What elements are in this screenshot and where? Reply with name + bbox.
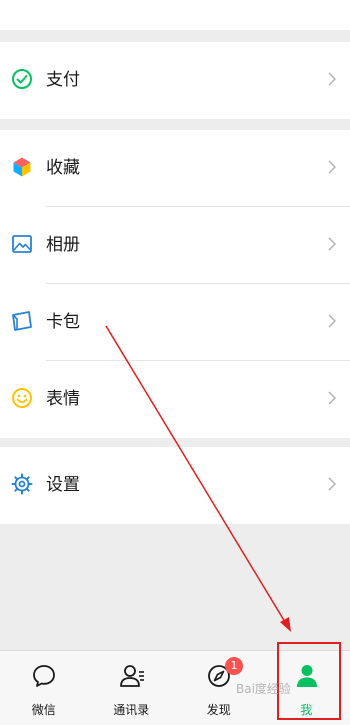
menu-item-favorites[interactable]: 收藏 — [0, 130, 350, 207]
menu-item-cards[interactable]: 卡包 — [0, 284, 350, 361]
menu-item-album[interactable]: 相册 — [0, 207, 350, 284]
menu-item-label: 卡包 — [46, 284, 80, 361]
menu-item-stickers[interactable]: 表情 — [0, 361, 350, 438]
chevron-right-icon — [328, 391, 336, 405]
favorites-icon — [11, 156, 33, 178]
menu-item-label: 表情 — [46, 361, 80, 438]
tab-label: 微信 — [0, 701, 88, 718]
chevron-right-icon — [328, 72, 336, 86]
tab-label: 通讯录 — [88, 701, 176, 718]
chevron-right-icon — [328, 477, 336, 491]
menu-item-label: 收藏 — [46, 130, 80, 207]
tab-contacts[interactable]: 通讯录 — [88, 651, 176, 725]
pay-section: 支付 — [0, 42, 350, 119]
watermark: Bai度经验 — [236, 680, 291, 697]
stickers-icon — [11, 387, 33, 409]
top-section-remnant — [0, 0, 350, 30]
menu-item-label: 相册 — [46, 207, 80, 284]
album-icon — [11, 233, 33, 255]
settings-icon — [11, 473, 33, 495]
contacts-icon — [117, 661, 147, 691]
chevron-right-icon — [328, 160, 336, 174]
tab-chats[interactable]: 微信 — [0, 651, 88, 725]
menu-item-pay[interactable]: 支付 — [0, 42, 350, 119]
cards-icon — [11, 310, 33, 332]
pay-icon — [11, 68, 33, 90]
chevron-right-icon — [328, 314, 336, 328]
notification-badge: 1 — [225, 657, 243, 675]
tab-label: 发现 — [175, 701, 263, 718]
chat-icon — [29, 661, 59, 691]
chevron-right-icon — [328, 237, 336, 251]
menu-item-settings[interactable]: 设置 — [0, 447, 350, 524]
settings-section: 设置 — [0, 447, 350, 524]
menu-item-label: 支付 — [46, 42, 80, 119]
features-section: 收藏 相册 卡包 表情 — [0, 130, 350, 438]
menu-item-label: 设置 — [46, 447, 80, 524]
